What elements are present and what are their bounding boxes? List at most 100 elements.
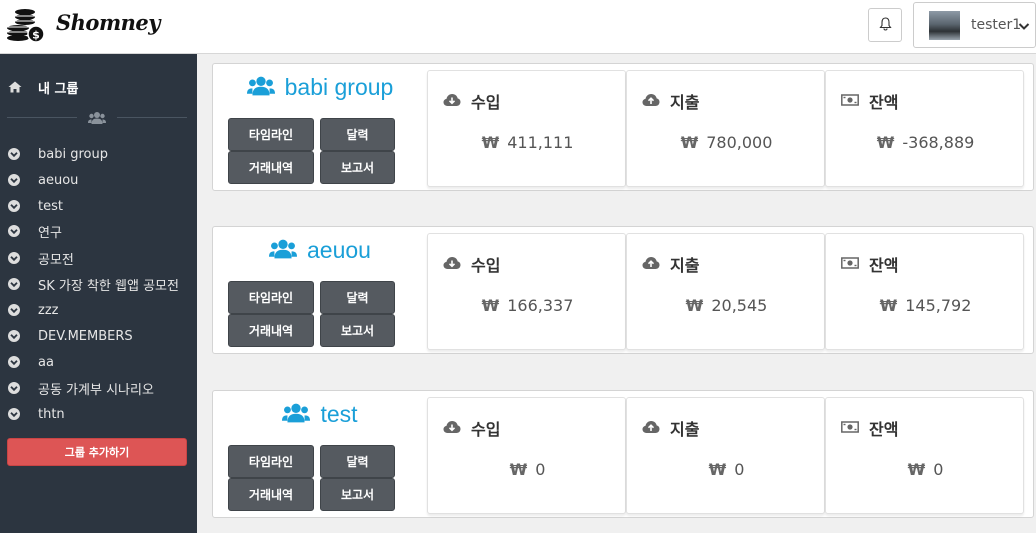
sidebar-item[interactable]: babi group	[8, 144, 108, 164]
sidebar-item-label: 연구	[38, 225, 62, 241]
sidebar-item-label: DEV.MEMBERS	[38, 328, 133, 344]
money-icon	[841, 255, 859, 274]
chevron-circle-down-icon	[8, 171, 20, 190]
expense-value: 20,545	[711, 296, 768, 315]
logo-text[interactable]: Shomney	[56, 10, 161, 35]
chevron-circle-down-icon	[8, 327, 20, 346]
timeline-button[interactable]: 타임라인	[228, 445, 314, 478]
sidebar-item[interactable]: DEV.MEMBERS	[8, 326, 133, 346]
timeline-button[interactable]: 타임라인	[228, 281, 314, 314]
cloud-upload-icon	[642, 255, 660, 274]
notifications-button[interactable]	[868, 8, 902, 42]
users-icon	[269, 238, 298, 264]
sidebar-header[interactable]: 내 그룹	[8, 78, 78, 97]
sidebar-item-label: aa	[38, 354, 54, 370]
income-label: 수입	[471, 420, 501, 439]
cloud-upload-icon	[642, 92, 660, 111]
sidebar-item-label: babi group	[38, 146, 108, 162]
money-icon	[841, 92, 859, 111]
sidebar-item-label: thtn	[38, 406, 65, 422]
income-label: 수입	[471, 256, 501, 275]
income-value: 166,337	[507, 296, 574, 315]
chevron-circle-down-icon	[8, 379, 20, 398]
report-button[interactable]: 보고서	[320, 478, 395, 511]
chevron-down-icon	[1018, 17, 1030, 36]
calendar-button[interactable]: 달력	[320, 445, 395, 478]
won-sign: ₩	[708, 460, 727, 479]
sidebar-item[interactable]: aeuou	[8, 170, 78, 190]
balance-panel: 잔액 ₩ -368,889	[825, 70, 1024, 187]
transactions-button[interactable]: 거래내역	[228, 151, 314, 184]
user-menu-button[interactable]: tester1	[913, 2, 1036, 48]
add-group-button[interactable]: 그룹 추가하기	[7, 438, 187, 466]
report-button[interactable]: 보고서	[320, 151, 395, 184]
users-icon	[246, 75, 275, 101]
coins-logo-icon[interactable]: $	[6, 8, 46, 43]
won-sign: ₩	[481, 296, 500, 315]
chevron-circle-down-icon	[8, 353, 20, 372]
expense-value: 0	[734, 460, 745, 479]
sidebar-item[interactable]: SK 가장 착한 웹앱 공모전	[8, 274, 179, 294]
sidebar-item[interactable]: 공모전	[8, 248, 74, 268]
calendar-button[interactable]: 달력	[320, 118, 395, 151]
sidebar-item[interactable]: 연구	[8, 221, 62, 241]
sidebar-item-label: 공동 가계부 시나리오	[38, 382, 154, 398]
won-sign: ₩	[481, 133, 500, 152]
balance-panel: 잔액 ₩0	[825, 397, 1024, 514]
expense-label: 지출	[670, 93, 700, 112]
balance-value: -368,889	[902, 133, 975, 152]
users-icon	[282, 402, 311, 428]
expense-panel: 지출 ₩0	[626, 397, 825, 514]
group-card: test 타임라인 달력 거래내역 보고서 수입 ₩0 지출 ₩0 잔액 ₩0	[212, 390, 1034, 518]
sidebar-title: 내 그룹	[38, 82, 79, 97]
group-title[interactable]: aeuou	[213, 237, 427, 264]
group-name: test	[320, 401, 358, 427]
chevron-circle-down-icon	[8, 405, 20, 424]
won-sign: ₩	[509, 460, 528, 479]
income-label: 수입	[471, 93, 501, 112]
balance-label: 잔액	[869, 420, 899, 439]
sidebar-item[interactable]: thtn	[8, 404, 65, 424]
report-button[interactable]: 보고서	[320, 314, 395, 347]
sidebar-item-label: SK 가장 착한 웹앱 공모전	[38, 278, 179, 294]
expense-panel: 지출 ₩20,545	[626, 233, 825, 350]
sidebar-item-label: test	[38, 198, 63, 214]
won-sign: ₩	[876, 133, 895, 152]
cloud-upload-icon	[642, 419, 660, 438]
balance-panel: 잔액 ₩145,792	[825, 233, 1024, 350]
income-value: 411,111	[507, 133, 574, 152]
sidebar-item-label: 공모전	[38, 252, 74, 268]
sidebar-item[interactable]: aa	[8, 352, 54, 372]
balance-value: 0	[933, 460, 944, 479]
income-panel: 수입 ₩0	[427, 397, 626, 514]
won-sign: ₩	[680, 133, 699, 152]
income-panel: 수입 ₩411,111	[427, 70, 626, 187]
income-value: 0	[535, 460, 546, 479]
chevron-circle-down-icon	[8, 197, 20, 216]
sidebar-item[interactable]: 공동 가계부 시나리오	[8, 378, 154, 398]
sidebar-item[interactable]: zzz	[8, 300, 58, 320]
chevron-circle-down-icon	[8, 145, 20, 164]
cloud-download-icon	[443, 255, 461, 274]
expense-label: 지출	[670, 256, 700, 275]
timeline-button[interactable]: 타임라인	[228, 118, 314, 151]
top-bar: $ Shomney tester1	[0, 0, 1036, 54]
transactions-button[interactable]: 거래내역	[228, 478, 314, 511]
group-name: aeuou	[307, 237, 371, 263]
sidebar-item[interactable]: test	[8, 196, 63, 216]
won-sign: ₩	[907, 460, 926, 479]
group-title[interactable]: test	[213, 401, 427, 428]
cloud-download-icon	[443, 419, 461, 438]
balance-label: 잔액	[869, 256, 899, 275]
cloud-download-icon	[443, 92, 461, 111]
users-icon	[88, 110, 106, 129]
user-name: tester1	[971, 17, 1022, 33]
group-title[interactable]: babi group	[213, 74, 427, 101]
won-sign: ₩	[879, 296, 898, 315]
svg-text:$: $	[32, 29, 40, 42]
calendar-button[interactable]: 달력	[320, 281, 395, 314]
expense-value: 780,000	[706, 133, 773, 152]
transactions-button[interactable]: 거래내역	[228, 314, 314, 347]
group-card: babi group 타임라인 달력 거래내역 보고서 수입 ₩411,111 지출 ₩780,…	[212, 63, 1034, 191]
group-name: babi group	[284, 74, 394, 100]
